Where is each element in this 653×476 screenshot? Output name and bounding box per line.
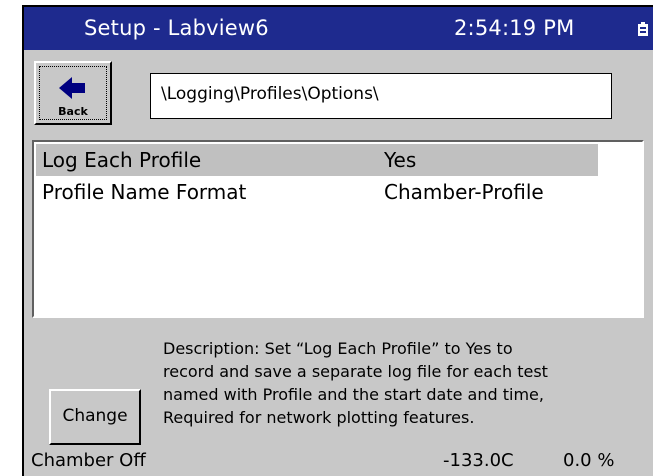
chamber-status: Chamber Off	[31, 450, 146, 471]
options-list[interactable]: Log Each Profile Yes Profile Name Format…	[32, 140, 644, 318]
back-label: Back	[58, 105, 88, 118]
back-button[interactable]: Back	[34, 61, 112, 125]
left-arrow-icon	[59, 77, 85, 99]
description-line: Description: Set “Log Each Profile” to Y…	[163, 339, 513, 358]
description-text: Description: Set “Log Each Profile” to Y…	[163, 337, 643, 429]
title-bar: Setup - Labview6 2:54:19 PM	[24, 7, 653, 50]
app-window: Setup - Labview6 2:54:19 PM Back \Loggin…	[22, 5, 653, 476]
clock: 2:54:19 PM	[454, 16, 575, 40]
description-line: Required for network plotting features.	[163, 408, 475, 427]
list-item-log-each-profile[interactable]: Log Each Profile Yes	[36, 144, 598, 176]
option-name: Profile Name Format	[42, 180, 247, 204]
description-line: named with Profile and the start date an…	[163, 385, 544, 404]
temperature-readout: -133.0C	[443, 450, 514, 471]
description-line: record and save a separate log file for …	[163, 362, 548, 381]
humidity-readout: 0.0 %	[563, 450, 615, 471]
list-item-profile-name-format[interactable]: Profile Name Format Chamber-Profile	[36, 176, 598, 208]
path-field: \Logging\Profiles\Options\	[150, 73, 612, 119]
option-value: Yes	[384, 148, 417, 172]
change-button[interactable]: Change	[49, 389, 141, 445]
option-name: Log Each Profile	[42, 148, 202, 172]
option-value: Chamber-Profile	[384, 180, 544, 204]
battery-icon	[638, 22, 648, 36]
window-title: Setup - Labview6	[84, 16, 269, 40]
